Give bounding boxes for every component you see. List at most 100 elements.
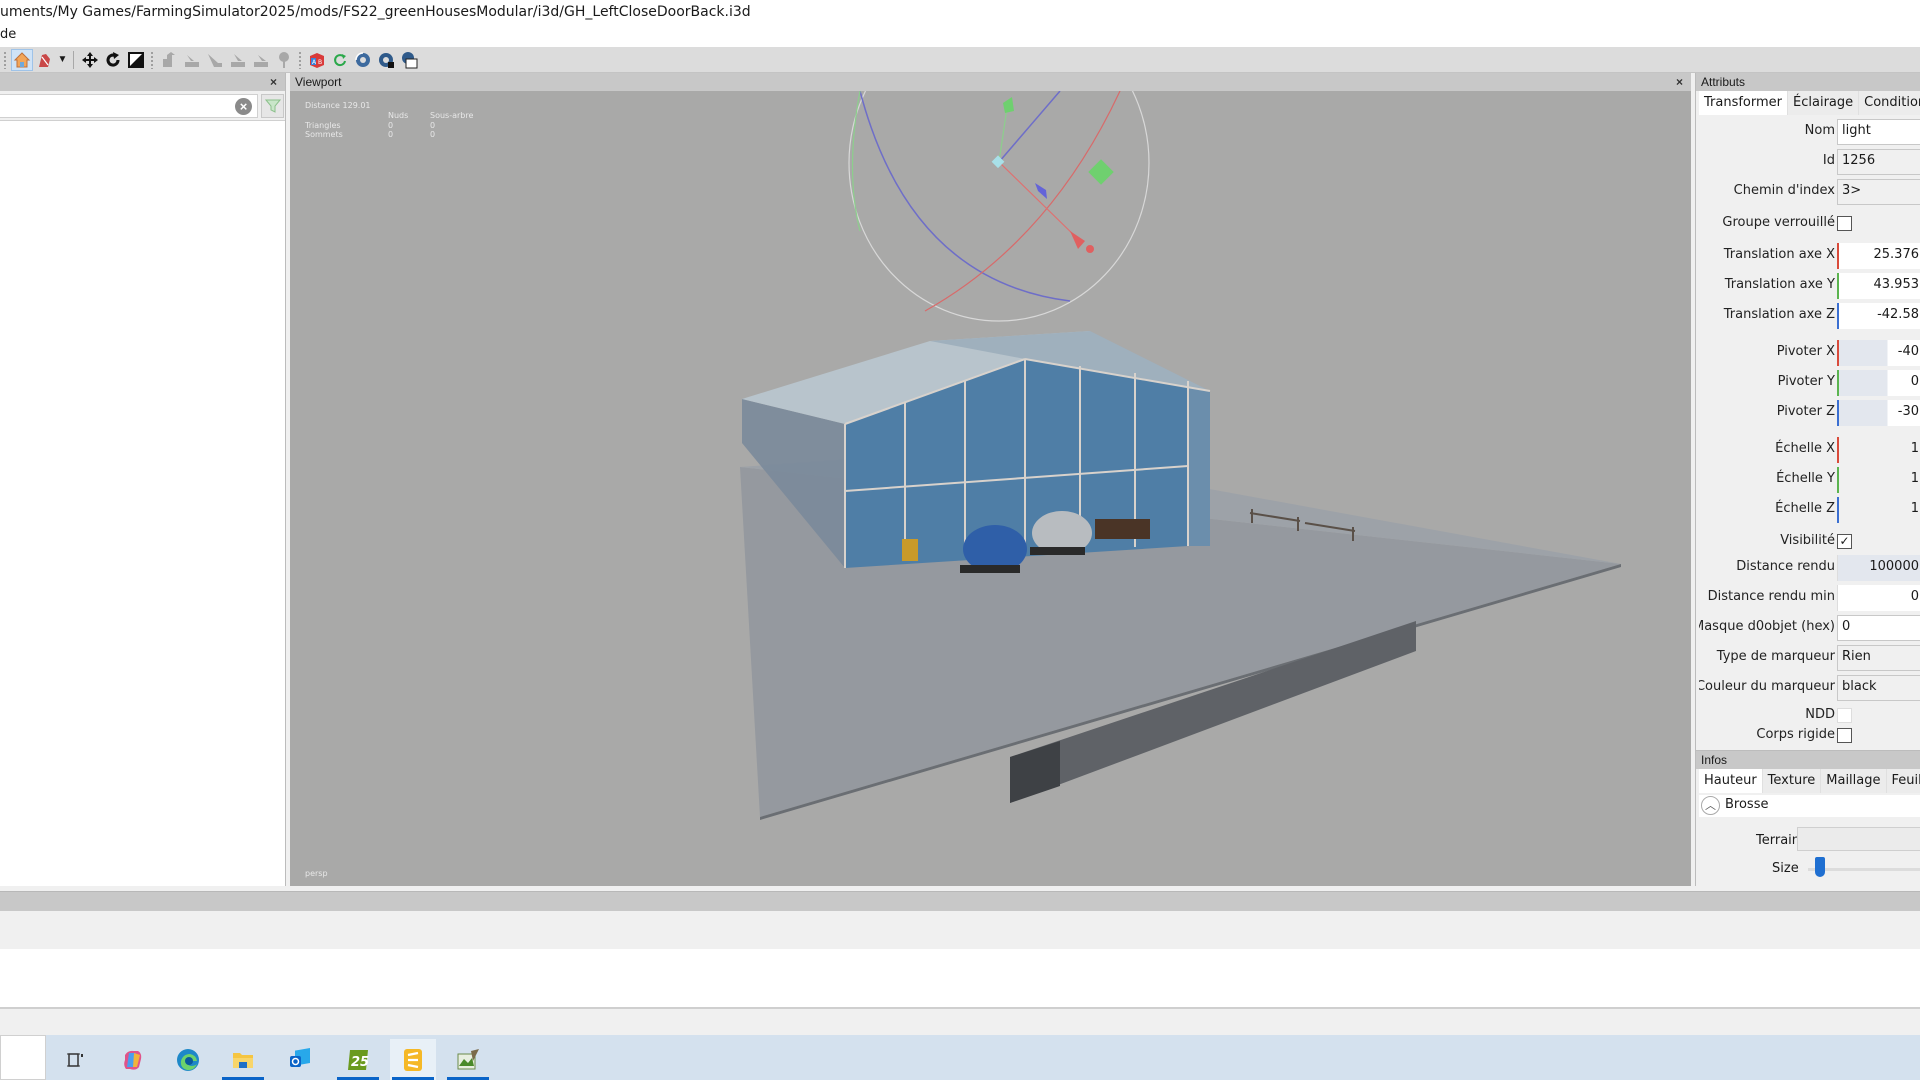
console-area[interactable] xyxy=(0,949,1920,1009)
infos-tabs: Hauteur Texture Maillage Feuilla xyxy=(1696,769,1920,793)
rotate-y-label: Pivoter Y xyxy=(1777,374,1835,389)
taskbar-search-box[interactable] xyxy=(0,1035,46,1080)
render-distance-min-label: Distance rendu min xyxy=(1707,589,1835,604)
visibility-checkbox[interactable]: ✓ xyxy=(1837,534,1852,549)
light-paint-icon[interactable] xyxy=(34,49,56,71)
ndd-checkbox[interactable] xyxy=(1837,708,1852,723)
clear-search-icon[interactable]: × xyxy=(235,98,252,115)
rotate-x-label: Pivoter X xyxy=(1776,344,1835,359)
align-up-icon[interactable] xyxy=(158,49,180,71)
toolbar-grip[interactable] xyxy=(150,50,154,69)
terrain-label: Terrain xyxy=(1756,833,1801,848)
rigid-body-checkbox[interactable] xyxy=(1837,728,1852,743)
attr-row-render-distance: Distance rendu 100000 xyxy=(1699,555,1920,581)
tab-transformer[interactable]: Transformer xyxy=(1699,91,1789,115)
rotate-y-field[interactable]: 0 xyxy=(1837,370,1920,396)
brush-section-header[interactable]: ︿ Brosse xyxy=(1699,795,1920,817)
toolbar-grip[interactable] xyxy=(298,50,302,69)
translation-x-label: Translation axe X xyxy=(1723,247,1835,262)
dropdown-arrow-icon[interactable]: ▼ xyxy=(57,49,69,71)
attr-row-index-path: Chemin d'index 3> xyxy=(1699,179,1920,205)
translation-y-field[interactable]: 43.953 xyxy=(1837,273,1920,299)
toolbar-grip[interactable] xyxy=(3,50,7,69)
scenegraph-panel-header: × xyxy=(0,73,285,91)
ab-cube-icon[interactable]: AB xyxy=(306,49,328,71)
viewport-header: Viewport × xyxy=(290,73,1691,91)
scenegraph-tree[interactable] xyxy=(0,120,285,886)
viewport-title: Viewport xyxy=(295,75,342,89)
ndd-label: NDD xyxy=(1805,707,1835,722)
scenegraph-search-input[interactable] xyxy=(0,94,258,118)
align-down-icon[interactable] xyxy=(181,49,203,71)
align-slide-icon[interactable] xyxy=(204,49,226,71)
marker-type-select[interactable]: Rien xyxy=(1837,645,1920,671)
terrain-select[interactable] xyxy=(1797,827,1920,851)
copilot-icon[interactable] xyxy=(110,1039,156,1080)
scale-x-field[interactable]: 1 xyxy=(1837,437,1920,463)
close-scenegraph-button[interactable]: × xyxy=(270,73,277,91)
rotate-z-label: Pivoter Z xyxy=(1776,404,1835,419)
object-mask-field[interactable]: 0 xyxy=(1837,615,1920,641)
refresh-icon[interactable] xyxy=(329,49,351,71)
farming-simulator-25-icon[interactable]: 25 xyxy=(335,1039,381,1080)
id-label: Id xyxy=(1822,153,1835,168)
tab-condition[interactable]: Condition de xyxy=(1859,91,1920,115)
tab-texture[interactable]: Texture xyxy=(1762,769,1822,793)
tab-eclairage[interactable]: Éclairage xyxy=(1788,91,1860,115)
menu-bar: de xyxy=(0,24,1920,47)
os-taskbar: 25 xyxy=(0,1035,1920,1080)
marker-color-select[interactable]: black xyxy=(1837,675,1920,701)
attr-row-marker-type: Type de marqueur Rien xyxy=(1699,645,1920,671)
gizmo-plane-handle-xz xyxy=(1035,183,1047,199)
greenhouse-model[interactable] xyxy=(740,331,1621,820)
gear-folder-icon[interactable] xyxy=(398,49,420,71)
translation-z-field[interactable]: -42.58 xyxy=(1837,303,1920,329)
file-explorer-icon[interactable] xyxy=(220,1039,266,1080)
render-distance-field[interactable]: 100000 xyxy=(1837,555,1920,581)
infos-panel: Infos Hauteur Texture Maillage Feuilla ︿… xyxy=(1695,750,1920,886)
window-title-path: uments/My Games/FarmingSimulator2025/mod… xyxy=(0,0,1920,24)
main-toolbar: ▼ AB xyxy=(0,47,1920,73)
name-field[interactable]: light xyxy=(1837,119,1920,145)
scenegraph-search-row: × xyxy=(0,93,286,119)
object-mask-label: Masque d0objet (hex) xyxy=(1699,619,1835,634)
outlook-icon[interactable] xyxy=(277,1039,323,1080)
edge-icon[interactable] xyxy=(165,1039,211,1080)
filter-button[interactable] xyxy=(261,94,284,118)
gear-cycle-icon[interactable] xyxy=(352,49,374,71)
align-slide2-icon[interactable] xyxy=(227,49,249,71)
tab-maillage[interactable]: Maillage xyxy=(1821,769,1887,793)
align-slide3-icon[interactable] xyxy=(250,49,272,71)
tab-feuillage[interactable]: Feuilla xyxy=(1886,769,1920,793)
yellow-generator xyxy=(902,539,918,561)
tab-hauteur[interactable]: Hauteur xyxy=(1699,769,1763,793)
scale-icon[interactable] xyxy=(125,49,147,71)
close-viewport-button[interactable]: × xyxy=(1676,73,1683,91)
group-locked-checkbox[interactable] xyxy=(1837,216,1852,231)
rotate-icon[interactable] xyxy=(102,49,124,71)
scale-z-label: Échelle Z xyxy=(1775,501,1835,516)
move-icon[interactable] xyxy=(79,49,101,71)
gizmo-rotation-ring-z xyxy=(859,91,1071,302)
collapse-icon[interactable]: ︿ xyxy=(1701,796,1720,815)
scale-z-field[interactable]: 1 xyxy=(1837,497,1920,523)
viewport-canvas[interactable]: Distance 129.01 Nuds Sous-arbre Triangle… xyxy=(290,91,1691,886)
size-slider-thumb[interactable] xyxy=(1815,857,1825,877)
scale-y-field[interactable]: 1 xyxy=(1837,467,1920,493)
rotate-z-field[interactable]: -30 xyxy=(1837,400,1920,426)
camera-label: persp xyxy=(305,869,328,878)
gear-node-icon[interactable] xyxy=(375,49,397,71)
tree-paint-icon[interactable] xyxy=(273,49,295,71)
rotate-x-field[interactable]: -40 xyxy=(1837,340,1920,366)
transform-gizmo[interactable] xyxy=(848,91,1150,322)
home-icon[interactable] xyxy=(10,48,33,71)
translation-x-field[interactable]: 25.376 xyxy=(1837,243,1920,269)
marker-type-label: Type de marqueur xyxy=(1716,649,1835,664)
render-distance-min-field[interactable]: 0 xyxy=(1837,585,1920,611)
bottom-status-area xyxy=(0,1011,1920,1035)
menu-item-partial[interactable]: de xyxy=(0,27,16,42)
sublime-text-icon[interactable] xyxy=(390,1039,436,1080)
task-view-icon[interactable] xyxy=(52,1039,98,1080)
scale-x-label: Échelle X xyxy=(1775,441,1835,456)
giants-editor-icon[interactable] xyxy=(445,1039,491,1080)
